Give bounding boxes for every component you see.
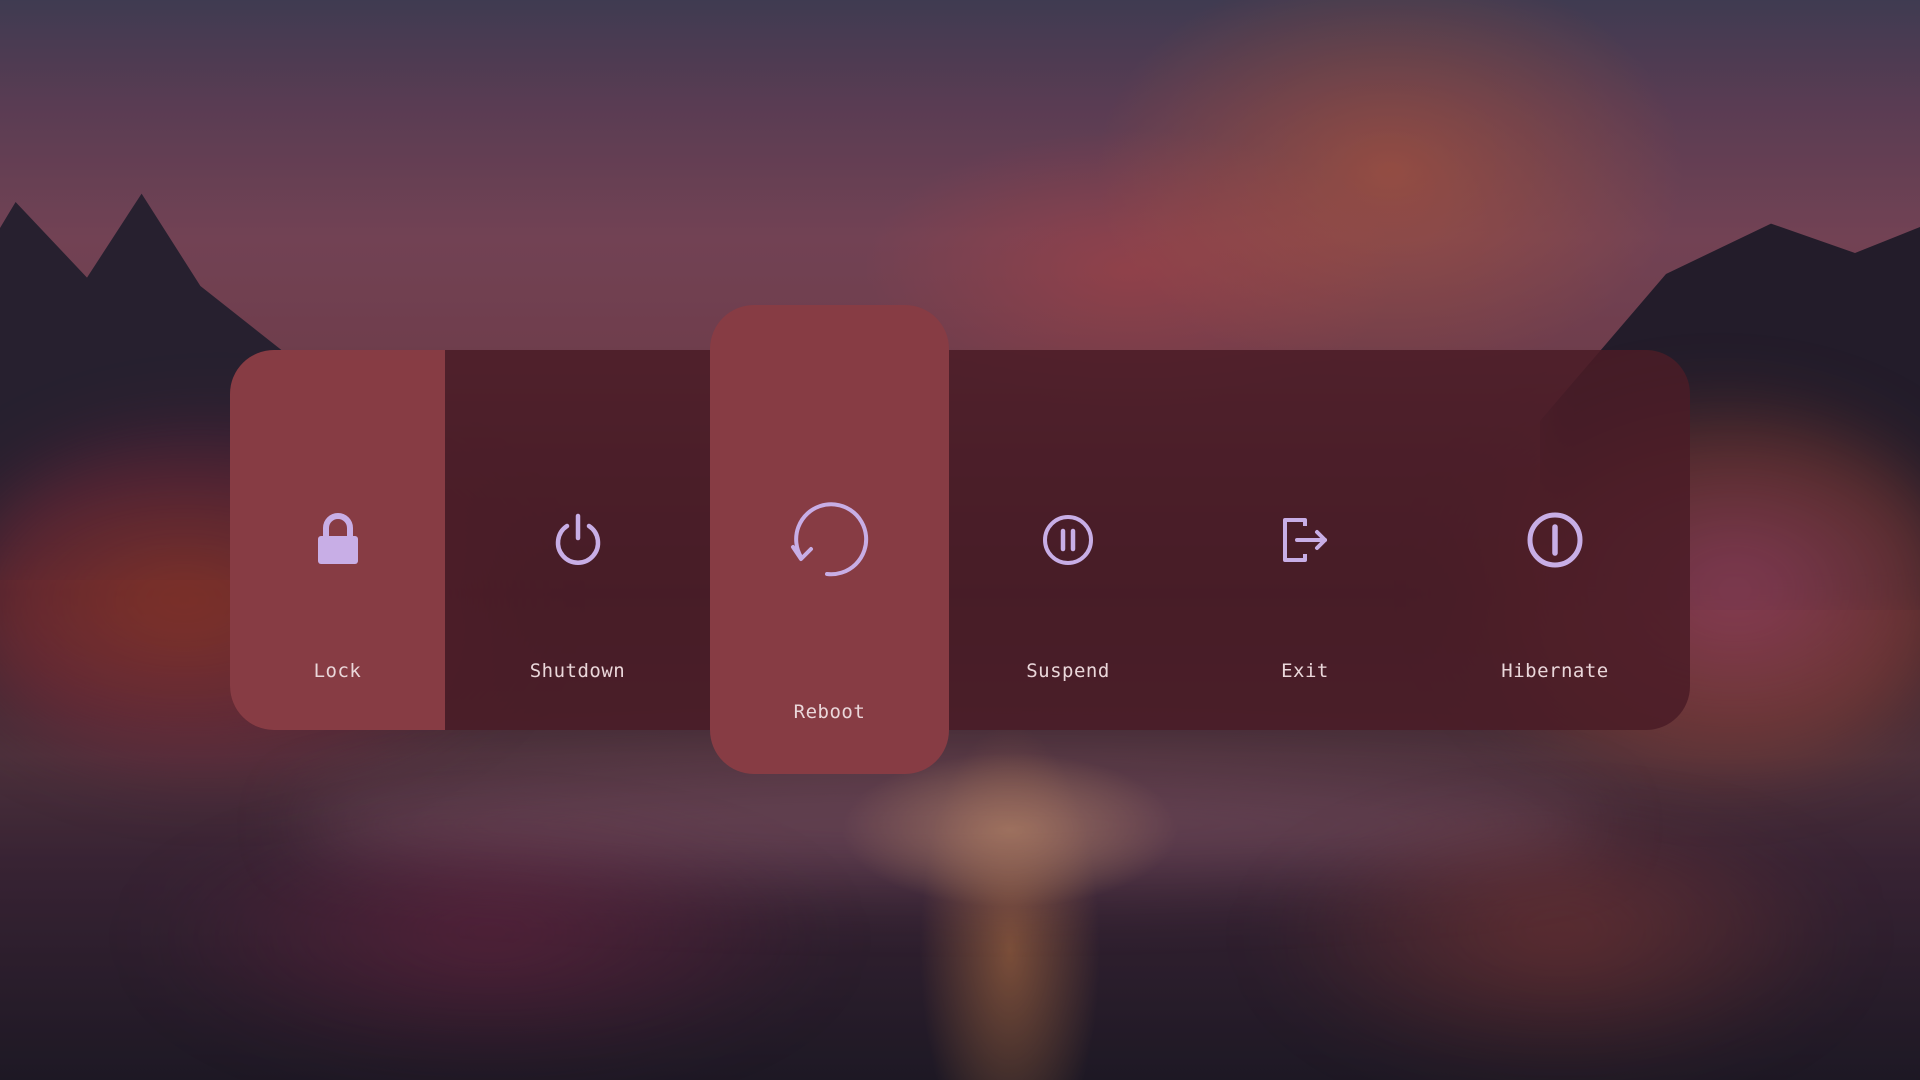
lock-label: Lock bbox=[313, 660, 362, 682]
pause-circle-icon bbox=[1036, 508, 1100, 572]
suspend-label: Suspend bbox=[1026, 660, 1110, 682]
exit-label: Exit bbox=[1281, 660, 1329, 682]
lock-button[interactable]: Lock bbox=[230, 350, 445, 730]
reboot-icon bbox=[785, 495, 875, 585]
power-menu: Lock Shutdown Suspend Exit Hibernate bbox=[230, 350, 1690, 730]
shutdown-label: Shutdown bbox=[529, 660, 626, 682]
hibernate-label: Hibernate bbox=[1501, 660, 1609, 682]
exit-icon bbox=[1273, 508, 1337, 572]
reboot-label: Reboot bbox=[793, 701, 866, 723]
lock-icon bbox=[306, 508, 370, 572]
hibernate-icon bbox=[1523, 508, 1587, 572]
hibernate-button[interactable]: Hibernate bbox=[1420, 350, 1690, 730]
exit-button[interactable]: Exit bbox=[1185, 350, 1425, 730]
suspend-button[interactable]: Suspend bbox=[948, 350, 1188, 730]
power-icon bbox=[546, 508, 610, 572]
reboot-button[interactable]: Reboot bbox=[710, 305, 949, 774]
shutdown-button[interactable]: Shutdown bbox=[445, 350, 710, 730]
